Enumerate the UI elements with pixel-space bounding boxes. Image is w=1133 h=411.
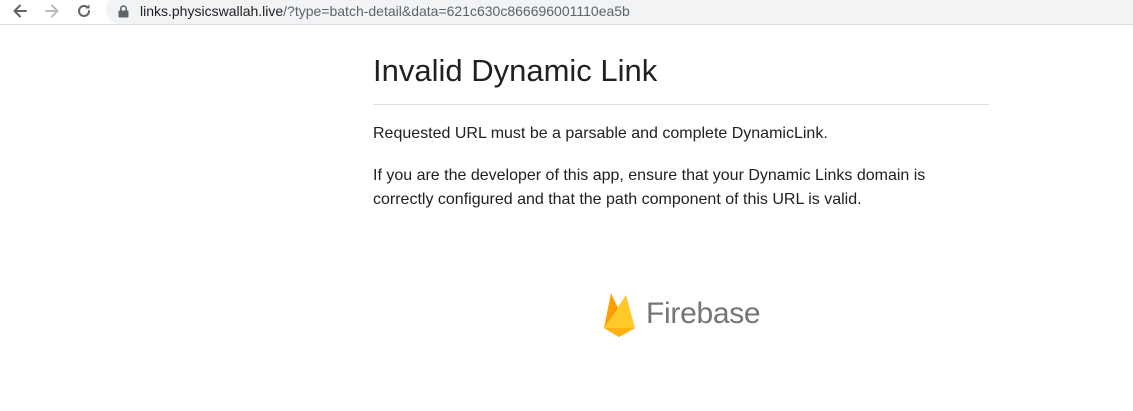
firebase-wordmark: Firebase [646,297,761,330]
url-host: links.physicswallah.live [140,3,284,19]
back-arrow-icon [13,4,27,18]
developer-note: If you are the developer of this app, en… [373,164,973,212]
reload-button[interactable] [72,0,96,22]
forward-button[interactable] [40,0,64,22]
firebase-flame-icon [604,293,635,337]
url-path: /?type=batch-detail&data=621c630c8666960… [283,3,630,19]
developer-note-line-2: correctly configured and that the path c… [373,191,862,208]
reload-icon [78,4,90,17]
developer-note-line-1: If you are the developer of this app, en… [373,167,926,184]
lock-icon[interactable] [118,5,129,18]
address-bar[interactable]: links.physicswallah.live/?type=batch-det… [106,0,1133,24]
back-button[interactable] [8,0,32,22]
forward-arrow-icon [45,4,59,18]
page-title: Invalid Dynamic Link [373,53,658,88]
title-divider [373,104,989,105]
browser-toolbar: links.physicswallah.live/?type=batch-det… [0,0,1133,25]
error-message: Requested URL must be a parsable and com… [373,125,828,142]
url-text[interactable]: links.physicswallah.live/?type=batch-det… [140,3,630,19]
